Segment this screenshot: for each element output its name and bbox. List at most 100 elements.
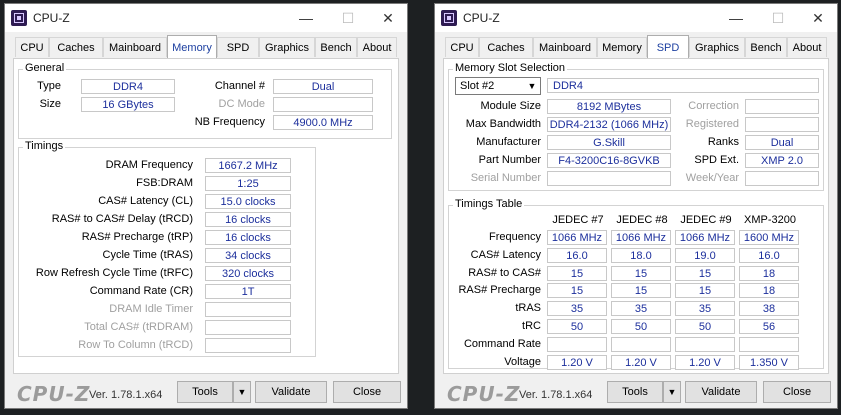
timing-label: Cycle Time (tRAS) [102,249,193,261]
cpuz-logo: CPU-Z [447,382,521,406]
timing-cell: 1.350 V [739,354,799,370]
tab-bench[interactable]: Bench [745,37,787,57]
version-text: Ver. 1.78.1.x64 [89,389,163,401]
timing-label: Row Refresh Cycle Time (tRFC) [35,267,193,279]
tab-about[interactable]: About [787,37,827,57]
timing-cell [675,336,735,352]
version-text: Ver. 1.78.1.x64 [519,389,593,401]
close-window-button[interactable]: ✕ [807,8,829,28]
timing-cell: 15 [611,283,671,299]
module-size-value: 8192 MBytes [547,99,671,114]
timing-value: 16 clocks [205,212,291,227]
tab-bench[interactable]: Bench [315,37,357,57]
timing-cell: 15 [611,265,671,281]
tab-graphics[interactable]: Graphics [689,37,745,57]
tab-about[interactable]: About [357,37,397,57]
memory-panel: General Type DDR4 Size 16 GBytes Channel… [13,58,399,374]
tools-dropdown-arrow-icon[interactable]: ▼ [663,381,681,403]
timing-cell: 1066 MHz [547,230,607,245]
timing-cell [547,336,607,352]
timing-row-label: CAS# Latency [470,248,541,261]
tab-memory[interactable]: Memory [167,35,217,58]
week-year-label: Week/Year [685,172,739,184]
slot-type-value: DDR4 [547,78,819,93]
maximize-button[interactable]: ☐ [767,8,789,28]
timing-cell [611,336,671,352]
validate-button[interactable]: Validate [255,381,327,403]
timing-cell: 50 [611,319,671,334]
footer-bar: CPU-Z Ver. 1.78.1.x64 Tools ▼ Validate C… [5,376,407,410]
cpuz-window-memory: CPU-Z — ☐ ✕ CPU Caches Mainboard Memory … [4,3,408,409]
close-window-button[interactable]: ✕ [377,8,399,28]
timing-row-label: Command Rate [463,337,541,350]
tab-cpu[interactable]: CPU [15,37,49,57]
timing-row-label: tRC [522,320,541,332]
slot-select[interactable]: Slot #2 ▼ [455,77,541,95]
tab-spd[interactable]: SPD [217,37,259,57]
dc-mode-value [273,97,373,112]
tab-cpu[interactable]: CPU [445,37,479,57]
timing-cell: 15 [547,283,607,299]
slot-select-value: Slot #2 [460,80,495,92]
spd-ext-value: XMP 2.0 [745,153,819,168]
part-number-label: Part Number [478,154,541,166]
nb-frequency-value: 4900.0 MHz [273,115,373,130]
timing-cell: 19.0 [675,247,735,263]
tools-dropdown-arrow-icon[interactable]: ▼ [233,381,251,403]
timing-cell [739,336,799,352]
timing-row-label: RAS# to CAS# [468,266,541,279]
column-header: JEDEC #8 [616,214,668,226]
timing-cell: 18 [739,265,799,281]
cpuz-window-spd: CPU-Z — ☐ ✕ CPU Caches Mainboard Memory … [434,3,838,409]
tab-mainboard[interactable]: Mainboard [533,37,597,57]
correction-value [745,99,819,114]
size-label: Size [39,98,61,110]
timing-label: DRAM Idle Timer [109,303,193,315]
tools-button[interactable]: Tools [177,381,233,403]
window-title: CPU-Z [33,11,70,25]
timing-value [205,302,291,317]
tab-caches[interactable]: Caches [479,37,533,57]
minimize-button[interactable]: — [295,8,317,28]
timing-cell: 15 [675,283,735,299]
maximize-button[interactable]: ☐ [337,8,359,28]
column-header: XMP-3200 [744,214,796,226]
correction-label: Correction [688,100,739,112]
minimize-button[interactable]: — [725,8,747,28]
dc-mode-label: DC Mode [218,98,265,110]
timing-cell: 1.20 V [547,354,607,370]
tab-spd[interactable]: SPD [647,35,689,58]
timing-label: Total CAS# (tRDRAM) [84,321,193,333]
timing-label: RAS# Precharge (tRP) [81,231,193,243]
timings-table-group: Timings Table JEDEC #7 JEDEC #8 JEDEC #9 XM… [448,198,824,370]
tab-caches[interactable]: Caches [49,37,103,57]
cpuz-logo: CPU-Z [17,382,91,406]
timing-value: 320 clocks [205,266,291,281]
title-bar[interactable]: CPU-Z — ☐ ✕ [5,4,407,32]
timing-row-label: Voltage [504,355,541,368]
timing-cell: 1066 MHz [611,230,671,245]
validate-button[interactable]: Validate [685,381,757,403]
tab-memory[interactable]: Memory [597,37,647,57]
timing-cell: 1600 MHz [739,230,799,245]
timing-value [205,338,291,353]
timing-value: 1T [205,284,291,299]
timing-value: 1667.2 MHz [205,158,291,173]
tab-graphics[interactable]: Graphics [259,37,315,57]
timings-group-title: Timings [23,140,66,152]
timing-label: FSB:DRAM [136,177,193,189]
title-bar[interactable]: CPU-Z — ☐ ✕ [435,4,837,32]
tab-mainboard[interactable]: Mainboard [103,37,167,57]
close-button[interactable]: Close [763,381,831,403]
timing-cell: 38 [739,301,799,317]
general-group: General Type DDR4 Size 16 GBytes Channel… [18,62,392,139]
timing-cell: 1.20 V [611,354,671,370]
timing-cell: 50 [547,319,607,334]
timings-group: Timings DRAM Frequency 1667.2 MHz FSB:DRAM… [18,140,316,357]
cpuz-app-icon [11,10,27,26]
column-header: JEDEC #9 [680,214,732,226]
max-bandwidth-label: Max Bandwidth [465,118,541,130]
close-button[interactable]: Close [333,381,401,403]
type-label: Type [37,80,61,92]
tools-button[interactable]: Tools [607,381,663,403]
